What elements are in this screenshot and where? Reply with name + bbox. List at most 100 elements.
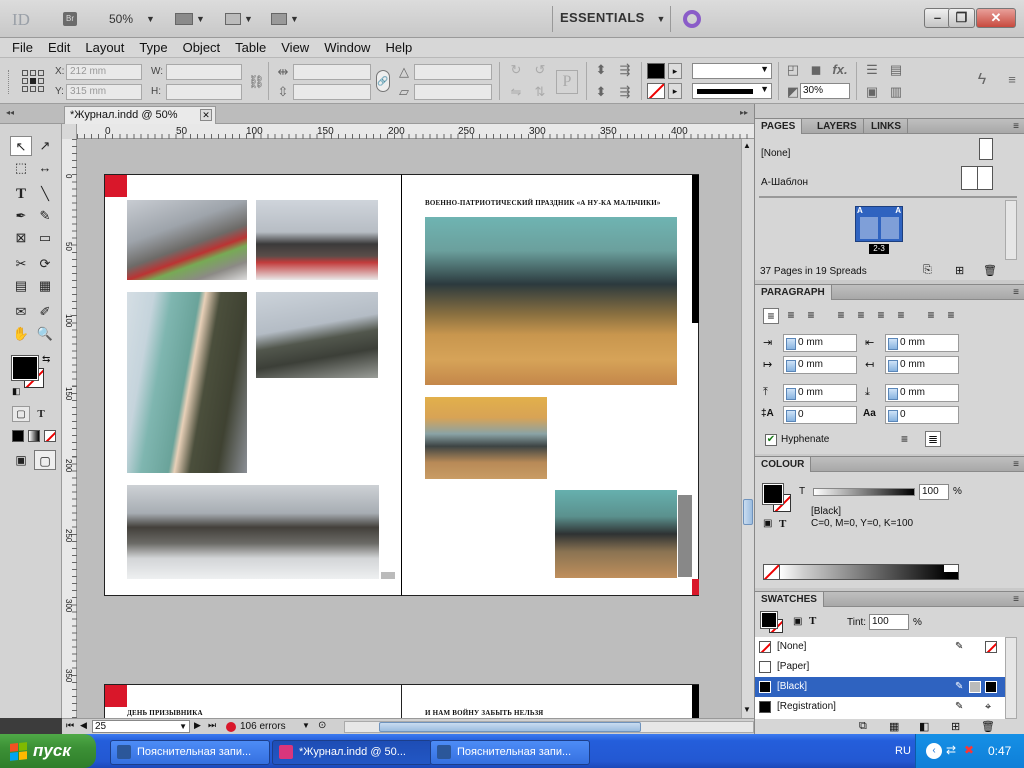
free-transform-tool-icon[interactable]: ⟳ bbox=[34, 254, 56, 274]
screen-mode-button[interactable]: ▼ bbox=[224, 9, 254, 29]
menu-type[interactable]: Type bbox=[139, 40, 167, 55]
menu-table[interactable]: Table bbox=[235, 40, 266, 55]
corner-options-icon[interactable]: ◰ bbox=[785, 62, 801, 78]
text-wrap-none-icon[interactable]: ☰ bbox=[864, 62, 880, 78]
default-colors-icon[interactable]: ◧ bbox=[12, 386, 21, 397]
formatting-container-icon[interactable]: ▣ bbox=[763, 518, 772, 529]
collapse-toolbox-icon[interactable]: ◂◂ bbox=[6, 108, 14, 117]
menu-file[interactable]: File bbox=[12, 40, 33, 55]
right-indent-field[interactable]: 0 mm bbox=[885, 334, 959, 352]
cs-live-icon[interactable] bbox=[683, 10, 701, 28]
tab-links[interactable]: LINKS bbox=[865, 119, 908, 134]
reference-point-icon[interactable] bbox=[22, 70, 44, 92]
tab-document[interactable]: *Журнал.indd @ 50% ✕ bbox=[64, 106, 216, 124]
view-options-button[interactable]: ▼ bbox=[174, 9, 206, 29]
start-button[interactable]: пуск bbox=[0, 734, 96, 768]
photo-military-jeep[interactable] bbox=[256, 292, 378, 378]
constrain-scale-icon[interactable]: 🔗 bbox=[376, 70, 390, 92]
gradient-swatch-tool-icon[interactable]: ▤ bbox=[10, 276, 32, 296]
none-color-icon[interactable] bbox=[764, 565, 780, 579]
fill-color-icon[interactable] bbox=[762, 483, 784, 505]
tint-slider[interactable] bbox=[813, 488, 915, 496]
photo-girl-and-soldier[interactable] bbox=[127, 292, 247, 473]
swap-colors-icon[interactable]: ⇆ bbox=[42, 354, 50, 365]
select-next-icon[interactable]: ⇶ bbox=[617, 84, 633, 100]
pages-scrollbar[interactable] bbox=[1005, 200, 1017, 260]
panel-menu-icon[interactable]: ≡ bbox=[1013, 121, 1019, 132]
page-left-next[interactable]: ДЕНЬ ПРИЗЫВНИКА bbox=[104, 684, 402, 718]
new-swatch-icon[interactable]: ⊞ bbox=[951, 720, 960, 733]
scroll-thumb[interactable] bbox=[379, 722, 641, 732]
space-before-field[interactable]: 0 mm bbox=[783, 384, 857, 402]
show-hidden-icons-icon[interactable]: ‹ bbox=[926, 743, 942, 759]
align-right-icon[interactable]: ≡ bbox=[803, 308, 819, 324]
panel-menu-icon[interactable]: ≡ bbox=[1013, 287, 1019, 298]
taskbar-item-word-2[interactable]: Пояснительная запи... bbox=[430, 740, 590, 765]
language-indicator[interactable]: RU bbox=[895, 745, 911, 757]
scale-x-field[interactable] bbox=[293, 64, 371, 80]
photo-ceremony-group[interactable] bbox=[256, 200, 378, 280]
rectangle-frame-tool-icon[interactable]: ⊠ bbox=[10, 228, 32, 248]
text-wrap-bbox-icon[interactable]: ▤ bbox=[888, 62, 904, 78]
taskbar-item-indesign[interactable]: *Журнал.indd @ 50... bbox=[272, 740, 432, 765]
page-tool-icon[interactable]: ⬚ bbox=[10, 158, 32, 178]
type-tool-icon[interactable]: T bbox=[10, 184, 32, 204]
tab-layers[interactable]: LAYERS bbox=[811, 119, 864, 134]
tab-pages[interactable]: PAGES bbox=[755, 119, 803, 134]
swatches-scrollbar[interactable] bbox=[1005, 637, 1017, 719]
quick-apply-icon[interactable]: ϟ bbox=[974, 72, 990, 88]
last-line-indent-field[interactable]: 0 mm bbox=[885, 356, 959, 374]
fill-color-icon[interactable] bbox=[760, 611, 778, 629]
select-content-icon[interactable]: ⇶ bbox=[617, 62, 633, 78]
photo-pushups[interactable] bbox=[425, 397, 547, 479]
scissors-tool-icon[interactable]: ✂ bbox=[10, 254, 32, 274]
hand-tool-icon[interactable]: ✋ bbox=[10, 324, 32, 344]
photo-memorial-flowers[interactable] bbox=[127, 200, 247, 280]
fill-swatch[interactable] bbox=[647, 63, 665, 79]
chevron-down-icon[interactable]: ▼ bbox=[302, 721, 310, 730]
master-a-thumbnail[interactable] bbox=[961, 166, 993, 190]
first-line-indent-field[interactable]: 0 mm bbox=[783, 356, 857, 374]
menu-object[interactable]: Object bbox=[183, 40, 221, 55]
select-previous-icon[interactable]: ⬍ bbox=[593, 84, 609, 100]
last-page-icon[interactable]: ⏭ bbox=[208, 720, 216, 731]
formatting-text-icon[interactable]: T bbox=[32, 406, 50, 422]
align-center-icon[interactable]: ≡ bbox=[783, 308, 799, 324]
menu-edit[interactable]: Edit bbox=[48, 40, 70, 55]
fill-color-icon[interactable] bbox=[11, 355, 39, 381]
align-to-baseline-grid-icon[interactable]: ≣ bbox=[925, 431, 942, 447]
tint-field[interactable]: 100 bbox=[919, 484, 949, 500]
swatch-none[interactable]: [None] ✎ bbox=[755, 637, 1017, 657]
flip-vertical-icon[interactable]: ⇅ bbox=[532, 84, 548, 100]
scroll-down-icon[interactable]: ▼ bbox=[743, 705, 751, 714]
menu-window[interactable]: Window bbox=[324, 40, 370, 55]
stroke-weight-field[interactable]: ▼ bbox=[692, 63, 772, 79]
tab-paragraph[interactable]: PARAGRAPH bbox=[755, 285, 832, 300]
spread-thumbnail[interactable]: A A bbox=[855, 206, 903, 242]
tint-field[interactable]: 100 bbox=[869, 614, 909, 630]
fit-content-icon[interactable]: ▣ bbox=[864, 84, 880, 100]
justify-center-icon[interactable]: ≡ bbox=[853, 308, 869, 324]
swatch-paper[interactable]: [Paper] bbox=[755, 657, 1017, 677]
formatting-text-icon[interactable]: T bbox=[809, 615, 816, 627]
close-icon[interactable]: ✕ bbox=[200, 109, 212, 121]
scale-y-field[interactable] bbox=[293, 84, 371, 100]
flip-horizontal-icon[interactable]: ⇋ bbox=[508, 84, 524, 100]
align-away-from-spine-icon[interactable]: ≡ bbox=[943, 308, 959, 324]
pencil-tool-icon[interactable]: ✎ bbox=[34, 206, 56, 226]
vertical-ruler[interactable]: 0 50 100 150 200 250 300 350 bbox=[62, 139, 77, 718]
fit-frame-icon[interactable]: ▥ bbox=[888, 84, 904, 100]
menu-layout[interactable]: Layout bbox=[85, 40, 124, 55]
x-position-field[interactable]: 212 mm bbox=[66, 64, 142, 80]
apply-none-icon[interactable] bbox=[44, 430, 56, 442]
direct-selection-tool-icon[interactable]: ↗ bbox=[34, 136, 56, 156]
tab-colour[interactable]: COLOUR bbox=[755, 457, 812, 472]
scroll-thumb[interactable] bbox=[743, 499, 753, 525]
preview-mode-icon[interactable]: ▢ bbox=[34, 450, 56, 470]
shear-angle-field[interactable] bbox=[414, 84, 492, 100]
eyedropper-tool-icon[interactable]: ✐ bbox=[34, 302, 56, 322]
selection-tool-icon[interactable]: ↖ bbox=[10, 136, 32, 156]
rotation-angle-field[interactable] bbox=[414, 64, 492, 80]
next-page-icon[interactable]: ▶ bbox=[194, 720, 201, 731]
horizontal-scrollbar[interactable] bbox=[344, 721, 754, 733]
